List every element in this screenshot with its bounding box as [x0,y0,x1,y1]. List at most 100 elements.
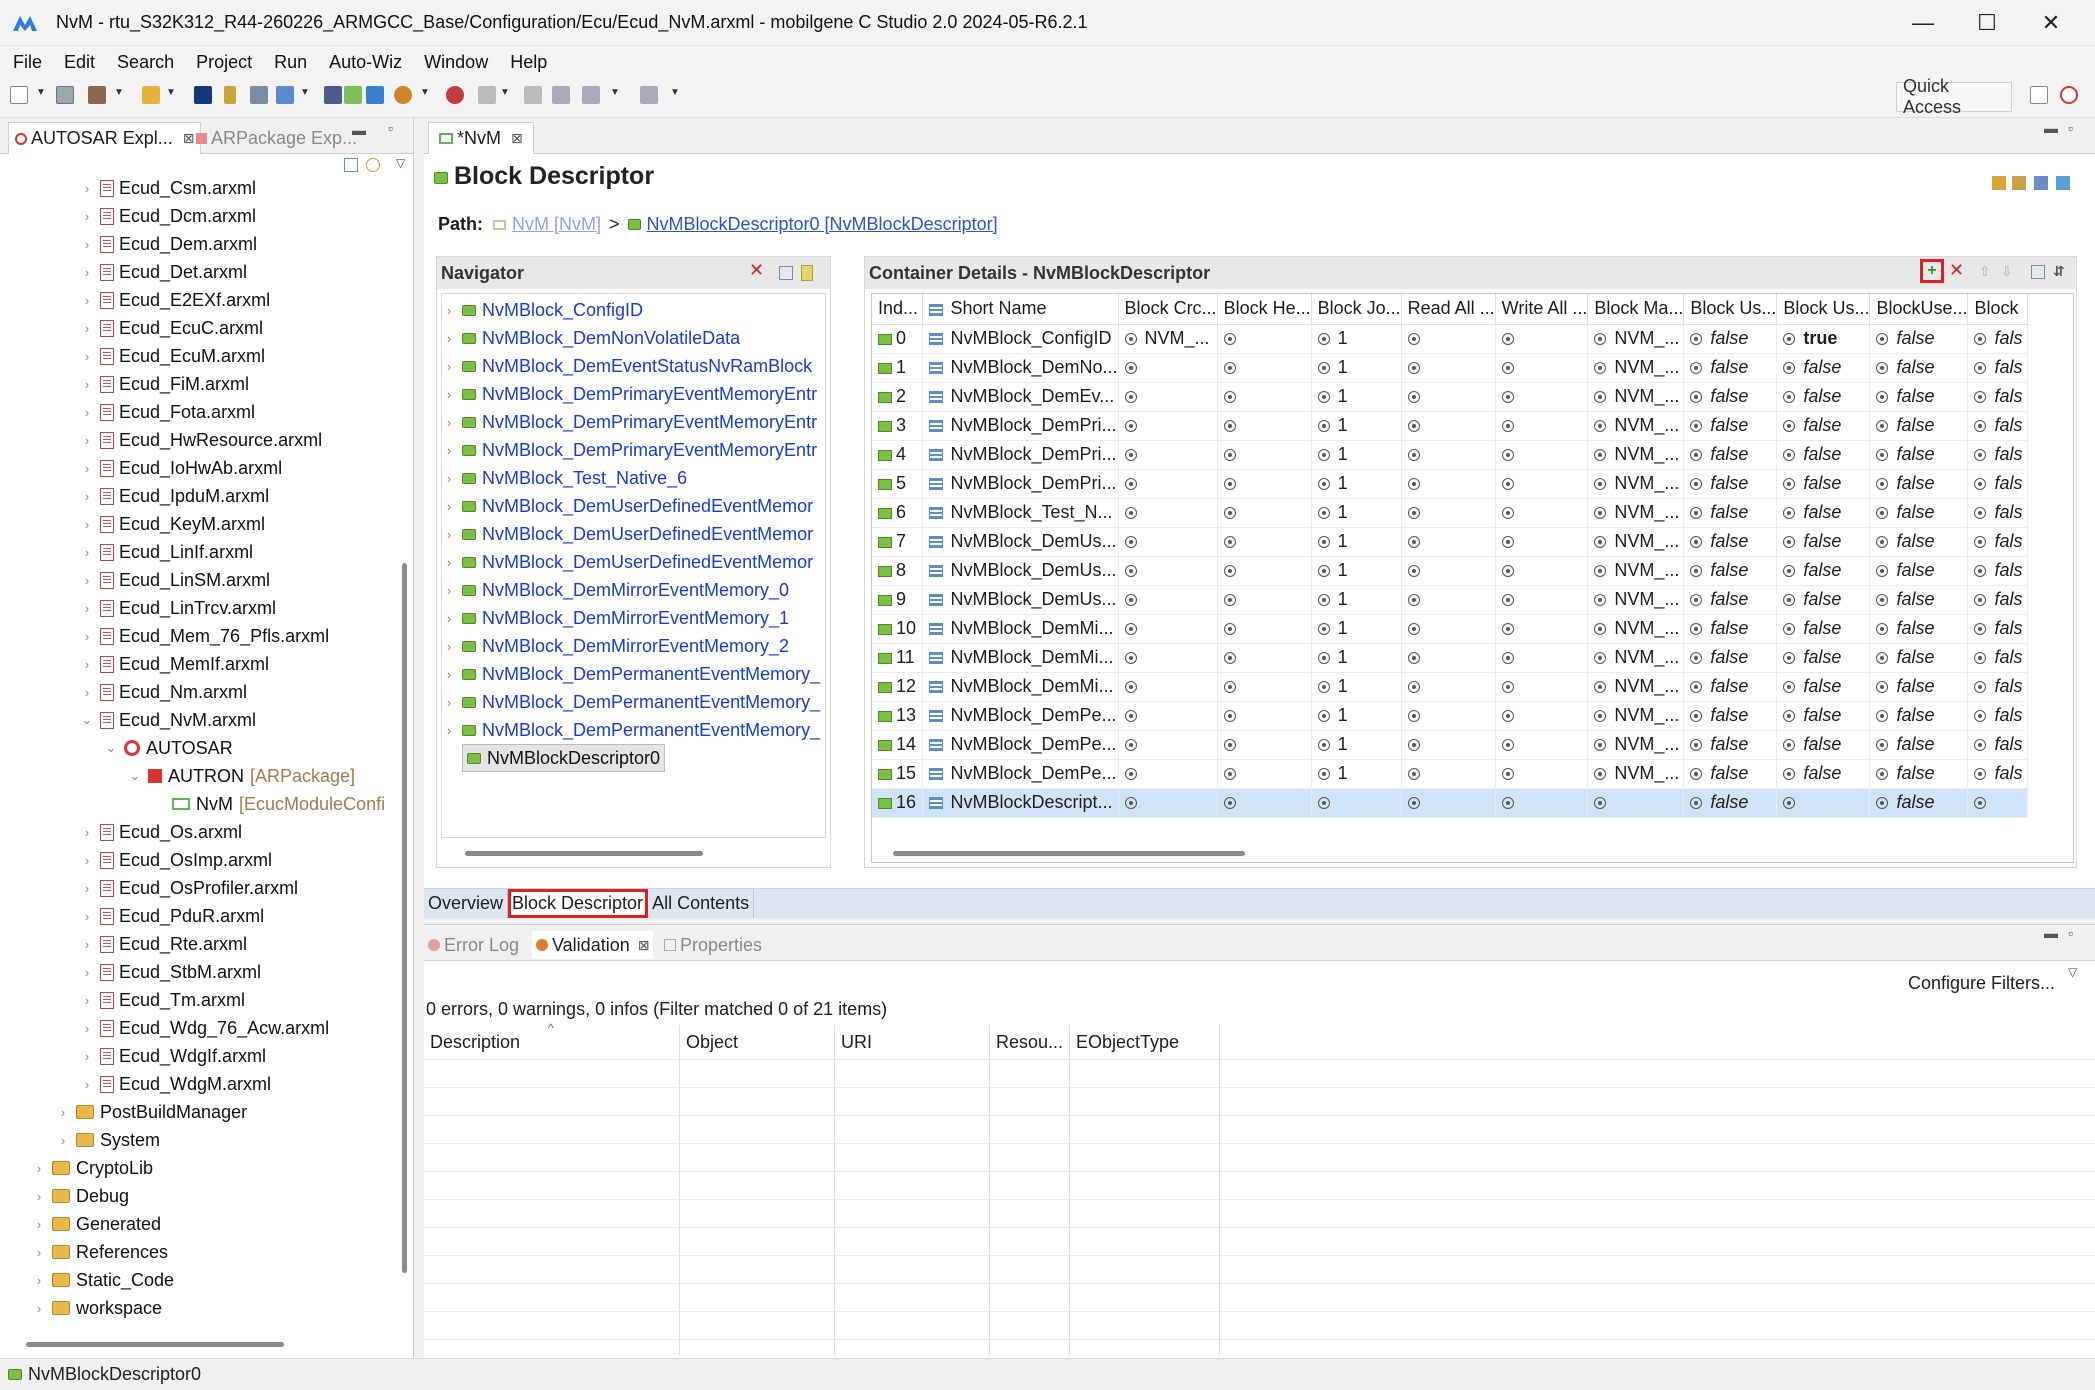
tree-item-folder[interactable]: › References [32,1238,168,1266]
navigator-item[interactable]: › NvMBlock_DemUserDefinedEventMemor [442,548,813,576]
tree-item-file[interactable]: › Ecud_StbM.arxml [80,958,261,986]
table-cell[interactable]: fals [1967,469,2029,499]
table-cell[interactable] [1217,759,1312,789]
tree-item-folder[interactable]: › Debug [32,1182,129,1210]
tree-item-file[interactable]: › Ecud_Fota.arxml [80,398,255,426]
column-header[interactable]: Block Us... [1776,294,1871,325]
next-annotation-icon[interactable] [524,86,542,104]
tree-item-folder[interactable]: › CryptoLib [32,1154,153,1182]
table-cell[interactable]: 7 [872,527,923,557]
table-cell[interactable]: false [1683,411,1778,441]
navigator-item[interactable]: › NvMBlock_DemNonVolatileData [442,324,740,352]
table-cell[interactable] [1495,788,1589,818]
collapsed-arrow-icon[interactable]: › [80,349,94,364]
table-cell[interactable] [1776,788,1871,818]
menu-search[interactable]: Search [106,52,185,73]
collapsed-arrow-icon[interactable]: › [32,1189,46,1204]
table-cell[interactable]: 1 [1311,585,1402,615]
table-cell[interactable] [1217,701,1312,731]
table-row[interactable]: 6 NvMBlock_Test_N... 1 NVM_... false false fal… [872,498,2029,528]
table-cell[interactable] [1401,527,1496,557]
table-cell[interactable] [1118,788,1218,818]
move-up-icon[interactable]: ⇧ [1979,263,1991,280]
table-cell[interactable] [1401,730,1496,760]
table-cell[interactable] [1217,382,1312,412]
table-cell[interactable]: NVM_... [1587,643,1685,673]
table-cell[interactable]: false [1869,701,1969,731]
table-row[interactable]: 3 NvMBlock_DemPri... 1 NVM_... false false fal… [872,411,2029,441]
menu-run[interactable]: Run [263,52,318,73]
table-cell[interactable] [1217,585,1312,615]
table-cell[interactable] [1495,353,1589,383]
new-dropdown-icon[interactable]: ▼ [36,87,46,98]
table-cell[interactable] [1217,672,1312,702]
minimize-panel-icon[interactable]: ▬ [2044,925,2058,941]
view-menu-icon[interactable]: ▽ [396,156,405,170]
table-cell[interactable]: NVM_... [1587,585,1685,615]
table-row[interactable]: 12 NvMBlock_DemMi... 1 NVM_... false false fal… [872,672,2029,702]
collapsed-arrow-icon[interactable]: › [80,405,94,420]
table-cell[interactable]: NVM_... [1587,730,1685,760]
table-cell[interactable]: NVM_... [1587,498,1685,528]
table-cell[interactable]: NvMBlock_DemUs... [922,556,1119,586]
table-cell[interactable]: false [1869,672,1969,702]
collapsed-arrow-icon[interactable]: › [80,657,94,672]
table-cell[interactable] [1118,643,1218,673]
menu-window[interactable]: Window [413,52,499,73]
tree-item-file[interactable]: › Ecud_OsImp.arxml [80,846,272,874]
table-cell[interactable] [1118,556,1218,586]
tree-item-folder[interactable]: › workspace [32,1294,162,1322]
table-cell[interactable] [1217,527,1312,557]
navigator-item[interactable]: › NvMBlock_DemPermanentEventMemory_ [442,716,820,744]
breadcrumb-root-link[interactable]: NvM [NvM] [512,214,601,235]
table-cell[interactable] [1587,788,1685,818]
table-cell[interactable]: NvMBlock_DemMi... [922,643,1119,673]
collapsed-arrow-icon[interactable]: › [442,527,456,542]
table-cell[interactable]: NvMBlock_Test_N... [922,498,1119,528]
table-row[interactable]: 5 NvMBlock_DemPri... 1 NVM_... false false fal… [872,469,2029,499]
collapsed-arrow-icon[interactable]: › [442,583,456,598]
table-cell[interactable]: false [1869,556,1969,586]
table-cell[interactable]: false [1776,382,1871,412]
table-cell[interactable]: 1 [1311,324,1402,354]
table-cell[interactable] [1401,585,1496,615]
table-cell[interactable]: fals [1967,382,2029,412]
collapsed-arrow-icon[interactable]: › [80,937,94,952]
navigator-item[interactable]: › NvMBlock_DemUserDefinedEventMemor [442,520,813,548]
table-cell[interactable]: NvMBlock_DemPri... [922,411,1119,441]
collapse-icon[interactable] [779,266,793,280]
tree-item-file[interactable]: › Ecud_FiM.arxml [80,370,249,398]
table-cell[interactable]: false [1776,556,1871,586]
navigator-item[interactable]: › NvMBlock_DemMirrorEventMemory_1 [442,604,789,632]
table-cell[interactable]: NVM_... [1587,556,1685,586]
generate-icon[interactable] [142,86,160,104]
table-cell[interactable] [1495,527,1589,557]
move-down-icon[interactable]: ⇩ [2001,263,2013,280]
table-row[interactable]: 14 NvMBlock_DemPe... 1 NVM_... false false fal… [872,730,2029,760]
table-cell[interactable] [1217,556,1312,586]
tree-item-file[interactable]: › Ecud_PduR.arxml [80,902,264,930]
table-cell[interactable] [1217,411,1312,441]
collapsed-arrow-icon[interactable]: › [80,209,94,224]
tree-item-file[interactable]: › Ecud_Tm.arxml [80,986,245,1014]
collapsed-arrow-icon[interactable]: › [80,545,94,560]
table-cell[interactable]: 1 [1311,701,1402,731]
close-tab-icon[interactable]: ⊠ [183,130,195,147]
tree-item-file[interactable]: › Ecud_KeyM.arxml [80,510,265,538]
tab-arpackage-explorer[interactable]: ARPackage Exp... [196,122,357,154]
collapsed-arrow-icon[interactable]: › [80,1077,94,1092]
add-container-button[interactable]: + [1920,259,1944,283]
table-cell[interactable]: 1 [1311,759,1402,789]
table-cell[interactable]: NvMBlock_DemPri... [922,469,1119,499]
table-row[interactable]: 8 NvMBlock_DemUs... 1 NVM_... false false fals… [872,556,2029,586]
view-menu-icon[interactable]: ▽ [2068,965,2077,979]
table-cell[interactable] [1401,788,1496,818]
table-cell[interactable] [1217,643,1312,673]
column-header[interactable]: Block [1967,294,2029,325]
table-cell[interactable]: 5 [872,469,923,499]
tab-properties[interactable]: Properties [664,931,762,959]
collapsed-arrow-icon[interactable]: › [80,825,94,840]
collapsed-arrow-icon[interactable]: › [80,293,94,308]
save-icon[interactable] [56,86,74,104]
filter-icon[interactable] [801,265,813,281]
